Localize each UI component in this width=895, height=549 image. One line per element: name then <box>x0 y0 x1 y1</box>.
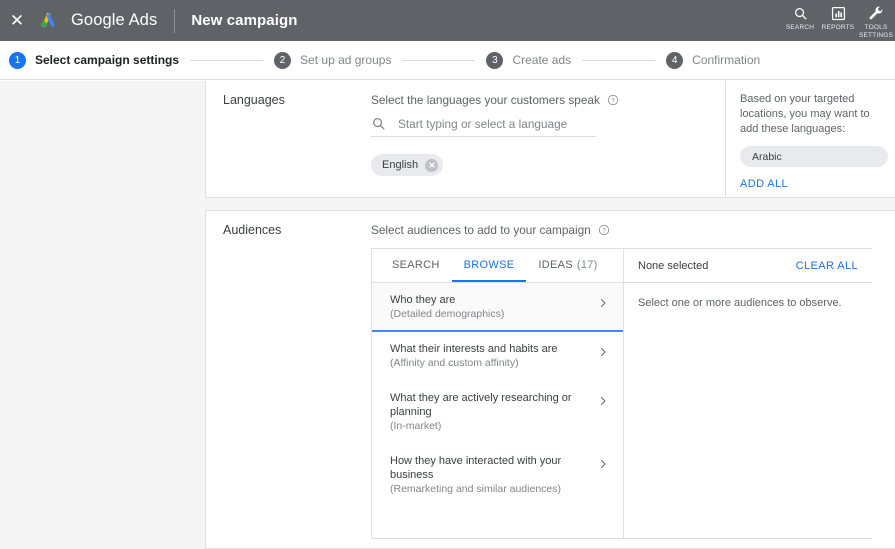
audience-category-subtitle: (Detailed demographics) <box>390 307 597 321</box>
step-1-label: Select campaign settings <box>35 53 179 67</box>
page-title: New campaign <box>191 12 297 29</box>
tab-search-label: SEARCH <box>392 259 440 271</box>
google-ads-logo-icon <box>36 8 62 34</box>
audience-category-text: What their interests and habits are (Aff… <box>390 342 597 370</box>
step-connector-3 <box>582 60 655 61</box>
audience-category-who-they-are[interactable]: Who they are (Detailed demographics) <box>372 283 623 332</box>
step-connector-2 <box>402 60 475 61</box>
add-all-languages-link[interactable]: ADD ALL <box>740 178 788 190</box>
step-1-number: 1 <box>9 52 26 69</box>
audiences-caption-row: Select audiences to add to your campaign… <box>371 223 895 237</box>
tools-settings-action-button[interactable]: TOOLS SETTINGS <box>857 1 895 39</box>
search-action-button[interactable]: SEARCH <box>781 1 819 32</box>
audience-selection-header: None selected CLEAR ALL <box>624 249 872 283</box>
chevron-right-icon <box>597 394 609 406</box>
languages-caption-row: Select the languages your customers spea… <box>371 93 725 107</box>
tab-search[interactable]: SEARCH <box>380 249 452 282</box>
audiences-section-label: Audiences <box>206 211 371 548</box>
reports-action-label: REPORTS <box>822 24 855 32</box>
step-2-number: 2 <box>274 52 291 69</box>
audience-category-interests-habits[interactable]: What their interests and habits are (Aff… <box>372 332 623 381</box>
chevron-right-icon <box>597 296 609 308</box>
step-set-up-ad-groups[interactable]: 2 Set up ad groups <box>274 52 391 69</box>
audience-selection-panel: None selected CLEAR ALL Select one or mo… <box>624 249 872 538</box>
search-icon <box>371 116 386 131</box>
app-header: ✕ Google Ads New campaign SEARCH <box>0 0 895 41</box>
step-select-campaign-settings[interactable]: 1 Select campaign settings <box>9 52 179 69</box>
svg-text:?: ? <box>602 228 606 234</box>
audiences-card: Audiences Select audiences to add to you… <box>205 210 895 549</box>
audience-category-title: What their interests and habits are <box>390 342 597 356</box>
header-actions: SEARCH REPORTS TOOLS SETTINGS <box>781 0 895 41</box>
audience-picker: SEARCH BROWSE IDEAS (17) <box>371 248 872 539</box>
step-4-label: Confirmation <box>692 53 760 67</box>
page-body: Languages Select the languages your cust… <box>0 81 895 549</box>
clear-all-button[interactable]: CLEAR ALL <box>796 260 858 272</box>
languages-card: Languages Select the languages your cust… <box>205 81 895 198</box>
tab-browse[interactable]: BROWSE <box>452 249 527 282</box>
audience-category-subtitle: (In-market) <box>390 419 597 433</box>
audience-category-remarketing[interactable]: How they have interacted with your busin… <box>372 444 623 507</box>
chip-close-icon[interactable] <box>425 159 438 172</box>
audience-category-subtitle: (Remarketing and similar audiences) <box>390 482 597 496</box>
audience-selection-status: None selected <box>638 260 708 272</box>
reports-action-button[interactable]: REPORTS <box>819 1 857 32</box>
language-chip-label: English <box>382 159 418 171</box>
tab-ideas-count: (17) <box>577 259 598 271</box>
chevron-right-icon <box>597 345 609 357</box>
close-icon: ✕ <box>10 12 24 29</box>
audience-category-title: What they are actively researching or pl… <box>390 391 597 419</box>
language-suggestions-panel: Based on your targeted locations, you ma… <box>725 81 895 197</box>
help-circle-icon[interactable]: ? <box>607 94 619 106</box>
search-icon <box>793 4 808 23</box>
audience-browse-panel: SEARCH BROWSE IDEAS (17) <box>372 249 624 538</box>
languages-caption: Select the languages your customers spea… <box>371 93 600 107</box>
tab-ideas[interactable]: IDEAS (17) <box>526 249 609 282</box>
audience-category-title: Who they are <box>390 293 597 307</box>
step-confirmation[interactable]: 4 Confirmation <box>666 52 760 69</box>
step-4-number: 4 <box>666 52 683 69</box>
step-connector-1 <box>190 60 263 61</box>
svg-text:?: ? <box>611 98 615 104</box>
suggested-language-arabic[interactable]: Arabic <box>740 146 888 167</box>
language-chip-english[interactable]: English <box>371 154 443 176</box>
tab-browse-label: BROWSE <box>464 259 515 271</box>
close-button[interactable]: ✕ <box>2 0 32 41</box>
audience-category-list: Who they are (Detailed demographics) <box>372 283 623 538</box>
audience-selection-empty-message: Select one or more audiences to observe. <box>624 283 872 309</box>
step-2-label: Set up ad groups <box>300 53 391 67</box>
languages-section-label: Languages <box>206 81 371 197</box>
audiences-caption: Select audiences to add to your campaign <box>371 223 591 237</box>
languages-content: Select the languages your customers spea… <box>371 81 725 197</box>
step-3-number: 3 <box>486 52 503 69</box>
audiences-content: Select audiences to add to your campaign… <box>371 211 895 548</box>
audience-category-text: Who they are (Detailed demographics) <box>390 293 597 321</box>
search-action-label: SEARCH <box>786 24 814 32</box>
step-3-label: Create ads <box>512 53 571 67</box>
step-create-ads[interactable]: 3 Create ads <box>486 52 571 69</box>
tools-wrench-icon <box>868 4 884 23</box>
tools-settings-action-label: TOOLS SETTINGS <box>859 24 893 39</box>
header-divider <box>174 9 175 33</box>
suggested-language-label: Arabic <box>752 151 782 163</box>
audience-tabs: SEARCH BROWSE IDEAS (17) <box>372 249 623 283</box>
audience-category-subtitle: (Affinity and custom affinity) <box>390 356 597 370</box>
brand-name: Google Ads <box>71 11 157 30</box>
audience-category-title: How they have interacted with your busin… <box>390 454 597 482</box>
audience-category-text: What they are actively researching or pl… <box>390 391 597 433</box>
languages-card-inner: Languages Select the languages your cust… <box>206 81 895 197</box>
audiences-card-inner: Audiences Select audiences to add to you… <box>206 211 895 548</box>
campaign-stepper: 1 Select campaign settings 2 Set up ad g… <box>0 41 895 80</box>
language-suggestions-text: Based on your targeted locations, you ma… <box>740 92 890 137</box>
audience-category-text: How they have interacted with your busin… <box>390 454 597 496</box>
reports-bar-chart-icon <box>831 4 846 23</box>
audience-category-in-market[interactable]: What they are actively researching or pl… <box>372 381 623 444</box>
language-search-row[interactable] <box>371 116 596 137</box>
chevron-right-icon <box>597 457 609 469</box>
language-search-input[interactable] <box>398 117 588 131</box>
tab-ideas-label: IDEAS <box>538 259 573 271</box>
help-circle-icon[interactable]: ? <box>598 224 610 236</box>
